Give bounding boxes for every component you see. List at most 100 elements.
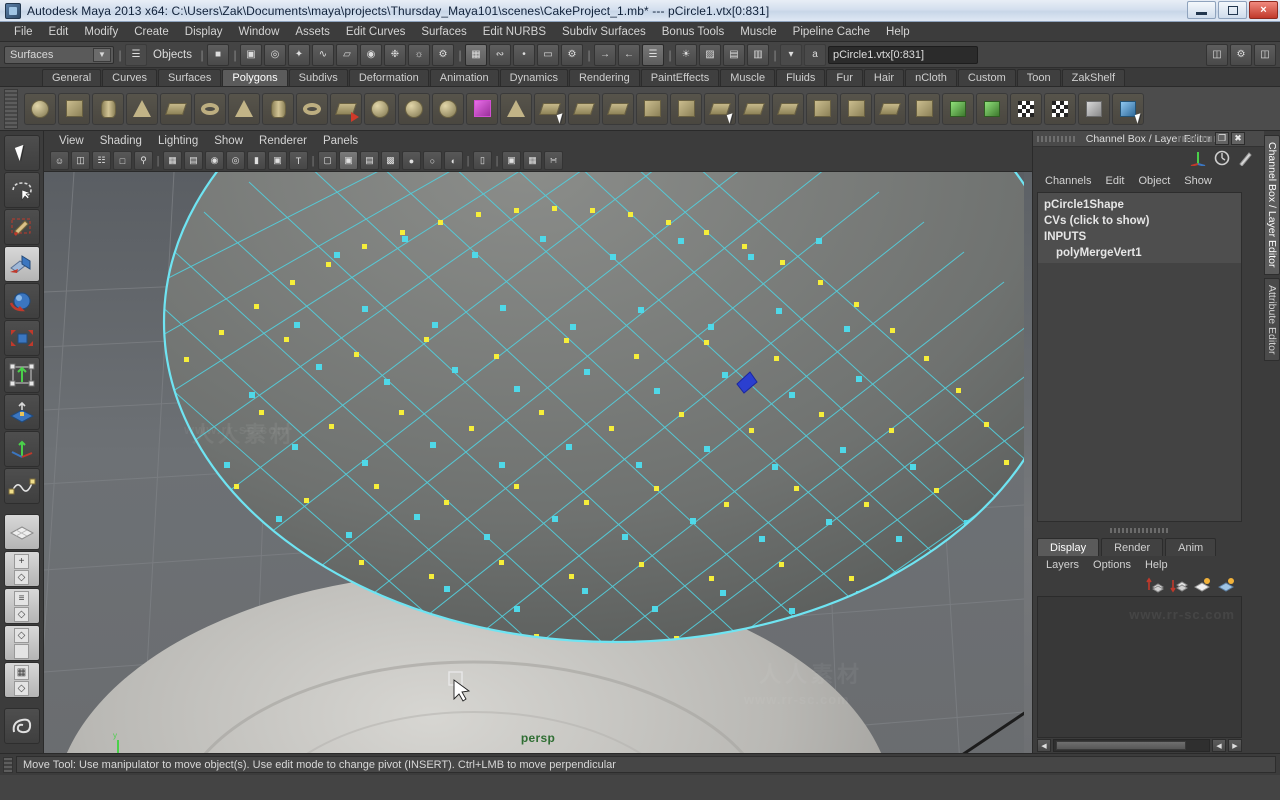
- shelf-tab-rendering[interactable]: Rendering: [568, 69, 640, 86]
- field-chart-icon[interactable]: ▮: [247, 151, 266, 170]
- input-history-on-icon[interactable]: →: [594, 43, 616, 66]
- menu-window[interactable]: Window: [230, 24, 287, 40]
- polygon-prism-icon[interactable]: [262, 92, 294, 125]
- xray-mode-icon[interactable]: ▯: [473, 151, 492, 170]
- polygon-cube-icon[interactable]: [58, 92, 90, 125]
- select-tool-button[interactable]: [3, 135, 40, 171]
- layer-menu-options[interactable]: Options: [1088, 559, 1136, 571]
- menu-create[interactable]: Create: [126, 24, 177, 40]
- smooth-proxy-icon[interactable]: [670, 92, 702, 125]
- paint-select-tool-button[interactable]: [3, 209, 40, 245]
- reduce-polygons-icon[interactable]: [704, 92, 736, 125]
- scroll-left-button[interactable]: ◀: [1037, 739, 1051, 752]
- persp-graph-layout-button[interactable]: ◇ ∿: [3, 625, 40, 661]
- chevron-down-icon[interactable]: ▼: [93, 47, 111, 62]
- show-hide-channel-box-icon[interactable]: ◫: [1254, 43, 1276, 66]
- panel-splitter[interactable]: [1037, 524, 1242, 536]
- show-hide-attribute-editor-icon[interactable]: ◫: [1206, 43, 1228, 66]
- move-layer-down-icon[interactable]: [1170, 577, 1188, 593]
- outliner-persp-layout-button[interactable]: ≡ ◇ ≡ ◇: [3, 588, 40, 624]
- vtab-attribute-editor[interactable]: Attribute Editor: [1264, 277, 1280, 361]
- add-divisions-icon[interactable]: [908, 92, 940, 125]
- construction-history-icon[interactable]: ☰: [642, 43, 664, 66]
- isolate-select-icon[interactable]: ▣: [502, 151, 521, 170]
- resolution-gate-icon[interactable]: ◉: [205, 151, 224, 170]
- select-by-hierarchy-icon[interactable]: ■: [207, 43, 229, 66]
- move-layer-up-icon[interactable]: [1146, 577, 1164, 593]
- uv-texture-editor-icon[interactable]: [942, 92, 974, 125]
- menu-edit-nurbs[interactable]: Edit NURBS: [475, 24, 554, 40]
- animation-clock-icon[interactable]: [1214, 150, 1230, 169]
- shelf-tab-fluids[interactable]: Fluids: [776, 69, 826, 86]
- help-line-grip[interactable]: [3, 756, 13, 773]
- smooth-shade-all-icon[interactable]: ▣: [339, 151, 358, 170]
- extract-faces-icon[interactable]: [602, 92, 634, 125]
- merge-vertices-icon[interactable]: [1112, 92, 1144, 125]
- combine-mesh-icon[interactable]: [534, 92, 566, 125]
- select-deformations-icon[interactable]: ◉: [360, 43, 382, 66]
- polygon-pyramid-icon[interactable]: [228, 92, 260, 125]
- menu-pipeline-cache[interactable]: Pipeline Cache: [785, 24, 878, 40]
- image-plane-icon[interactable]: □: [113, 151, 132, 170]
- tab-anim[interactable]: Anim: [1165, 538, 1217, 556]
- shelf-tab-curves[interactable]: Curves: [102, 69, 157, 86]
- viewport-menu-show[interactable]: Show: [207, 134, 250, 148]
- snap-live-icon[interactable]: ⚙: [561, 43, 583, 66]
- menu-modify[interactable]: Modify: [76, 24, 126, 40]
- polygon-booleans-icon[interactable]: [500, 92, 532, 125]
- minimize-button[interactable]: [1187, 1, 1216, 19]
- sculpt-geometry-icon[interactable]: [466, 92, 498, 125]
- scroll-next-button[interactable]: ▶: [1228, 739, 1242, 752]
- shelf-tab-hair[interactable]: Hair: [863, 69, 905, 86]
- viewport-menu-view[interactable]: View: [52, 134, 91, 148]
- universal-manipulator-button[interactable]: [3, 357, 40, 393]
- polygon-helix-icon[interactable]: [364, 92, 396, 125]
- create-empty-layer-icon[interactable]: [1193, 577, 1212, 593]
- shelf-tab-dynamics[interactable]: Dynamics: [499, 69, 568, 86]
- safe-title-icon[interactable]: T: [289, 151, 308, 170]
- snap-grid-icon[interactable]: ▦: [465, 43, 487, 66]
- shade-selected-items-icon[interactable]: ▤: [360, 151, 379, 170]
- menuset-selector[interactable]: Surfaces ▼: [4, 45, 114, 64]
- polygon-combine-icon[interactable]: [330, 92, 362, 125]
- layer-list-scrollbar[interactable]: ◀ ◀ ▶: [1037, 738, 1242, 753]
- menu-subdiv-surfaces[interactable]: Subdiv Surfaces: [554, 24, 654, 40]
- shelf-tab-muscle[interactable]: Muscle: [720, 69, 776, 86]
- selection-name-field[interactable]: pCircle1.vtx[0:831]: [828, 45, 978, 64]
- close-panel-button[interactable]: ✖: [1231, 132, 1245, 145]
- bridge-edges-icon[interactable]: [738, 92, 770, 125]
- wireframe-shading-icon[interactable]: ▢: [318, 151, 337, 170]
- viewport-menu-renderer[interactable]: Renderer: [252, 134, 314, 148]
- move-tool-button[interactable]: [3, 246, 40, 282]
- channel-menu-channels[interactable]: Channels: [1039, 174, 1097, 188]
- polygon-cone-icon[interactable]: [126, 92, 158, 125]
- channel-entry-polymergevert[interactable]: polyMergeVert1: [1044, 245, 1235, 261]
- selection-field-dropdown-icon[interactable]: ▾: [780, 43, 802, 66]
- channel-box-list[interactable]: pCircle1Shape CVs (click to show) INPUTS…: [1037, 192, 1242, 522]
- manipulator-axis-icon[interactable]: [1190, 150, 1206, 169]
- hypershade-persp-layout-button[interactable]: ▦ ◇ ◉: [3, 662, 40, 698]
- use-scene-lights-icon[interactable]: ◐: [444, 151, 463, 170]
- wireframe-on-shaded-icon[interactable]: ▩: [381, 151, 400, 170]
- input-history-off-icon[interactable]: ←: [618, 43, 640, 66]
- shelf-tab-painteffects[interactable]: PaintEffects: [640, 69, 720, 86]
- help-line-toggle-button[interactable]: [3, 708, 40, 744]
- camera-attributes-icon[interactable]: ◫: [71, 151, 90, 170]
- menu-muscle[interactable]: Muscle: [732, 24, 784, 40]
- shelf-tab-general[interactable]: General: [42, 69, 102, 86]
- menu-assets[interactable]: Assets: [287, 24, 338, 40]
- polygon-platonic-icon[interactable]: [432, 92, 464, 125]
- select-surfaces-icon[interactable]: ▱: [336, 43, 358, 66]
- bookmarks-icon[interactable]: ☷: [92, 151, 111, 170]
- viewport-menu-shading[interactable]: Shading: [93, 134, 149, 148]
- menu-display[interactable]: Display: [177, 24, 231, 40]
- snap-curve-icon[interactable]: ∾: [489, 43, 511, 66]
- safe-action-icon[interactable]: ▣: [268, 151, 287, 170]
- select-camera-icon[interactable]: ☺: [50, 151, 69, 170]
- last-tool-used-button[interactable]: [3, 468, 40, 504]
- tab-display[interactable]: Display: [1037, 538, 1100, 556]
- polygon-cylinder-icon[interactable]: [92, 92, 124, 125]
- menu-file[interactable]: File: [6, 24, 41, 40]
- menu-bonus-tools[interactable]: Bonus Tools: [654, 24, 732, 40]
- channel-entry-cvs[interactable]: CVs (click to show): [1044, 213, 1235, 229]
